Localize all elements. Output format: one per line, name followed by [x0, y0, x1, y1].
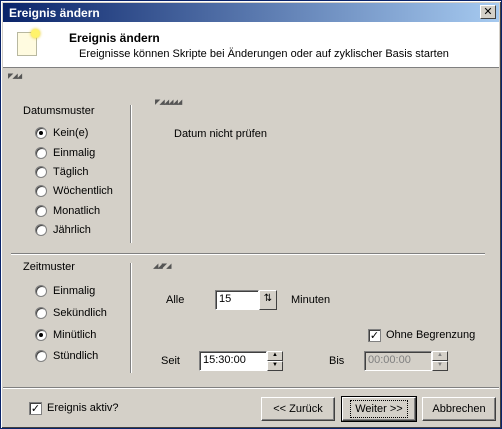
- spin-down-icon[interactable]: ▼: [432, 361, 448, 371]
- back-button[interactable]: << Zurück: [261, 397, 335, 421]
- radio-icon: [35, 147, 47, 159]
- interval-input[interactable]: 15: [215, 290, 259, 310]
- until-time-input[interactable]: 00:00:00: [364, 351, 432, 371]
- event-document-icon: [17, 29, 40, 56]
- radio-icon: [35, 166, 47, 178]
- date-pattern-arrows-icon[interactable]: ◤◢◢◢◢◢: [155, 98, 182, 106]
- interval-stepper[interactable]: ⇅: [259, 290, 277, 310]
- checkmark-icon: ✓: [368, 328, 381, 342]
- radio-icon: [35, 285, 47, 297]
- date-pattern-label: Datumsmuster: [23, 105, 95, 117]
- date-radio-yearly[interactable]: Jährlich: [35, 222, 91, 238]
- title-bar[interactable]: Ereignis ändern ✕: [3, 3, 499, 22]
- time-radio-minutely[interactable]: Minütlich: [35, 327, 96, 343]
- event-active-checkbox[interactable]: ✓ Ereignis aktiv?: [29, 400, 119, 416]
- next-button[interactable]: Weiter >>: [341, 396, 417, 422]
- unit-label: Minuten: [291, 294, 331, 306]
- checkmark-icon: ✓: [29, 401, 42, 415]
- header-subtitle: Ereignisse können Skripte bei Änderungen…: [79, 48, 449, 60]
- dialog-header: Ereignis ändern Ereignisse können Skript…: [3, 22, 499, 68]
- window-title: Ereignis ändern: [9, 6, 100, 20]
- unlimited-checkbox[interactable]: ✓ Ohne Begrenzung: [368, 327, 475, 343]
- since-time-stepper[interactable]: ▲ ▼: [267, 351, 283, 371]
- spin-up-icon[interactable]: ▲: [432, 351, 448, 361]
- radio-icon: [35, 185, 47, 197]
- radio-icon: [35, 350, 47, 362]
- time-radio-hourly[interactable]: Stündlich: [35, 348, 98, 364]
- until-label: Bis: [329, 355, 345, 367]
- time-radio-once[interactable]: Einmalig: [35, 283, 95, 299]
- dialog-window: Ereignis ändern ✕ Ereignis ändern Ereign…: [0, 0, 502, 429]
- radio-selected-icon: [35, 329, 47, 341]
- every-label: Alle: [166, 294, 185, 306]
- spin-up-icon[interactable]: ▲: [267, 351, 283, 361]
- radio-icon: [35, 224, 47, 236]
- since-label: Seit: [161, 355, 180, 367]
- section-separator: [11, 253, 485, 255]
- since-time-input[interactable]: 15:30:00: [199, 351, 267, 371]
- time-pattern-label: Zeitmuster: [23, 261, 75, 273]
- close-button[interactable]: ✕: [480, 5, 496, 19]
- date-radio-none[interactable]: Kein(e): [35, 125, 88, 141]
- time-pattern-arrows-icon[interactable]: ◢◢◤◢: [153, 262, 172, 270]
- until-time-stepper[interactable]: ▲ ▼: [432, 351, 448, 371]
- footer-separator: [3, 387, 499, 389]
- collapse-arrows-icon[interactable]: ◤◢◢: [8, 72, 22, 80]
- time-radio-secondly[interactable]: Sekündlich: [35, 305, 107, 321]
- date-radio-once[interactable]: Einmalig: [35, 145, 95, 161]
- date-radio-weekly[interactable]: Wöchentlich: [35, 183, 113, 199]
- cancel-button[interactable]: Abbrechen: [422, 397, 496, 421]
- close-icon: ✕: [483, 5, 493, 18]
- header-title: Ereignis ändern: [69, 31, 160, 45]
- spin-updown-icon: ⇅: [259, 290, 277, 310]
- spin-down-icon[interactable]: ▼: [267, 361, 283, 371]
- radio-selected-icon: [35, 127, 47, 139]
- radio-icon: [35, 307, 47, 319]
- date-pattern-divider: [130, 105, 132, 243]
- date-detail-text: Datum nicht prüfen: [174, 128, 267, 140]
- time-pattern-divider: [130, 263, 132, 373]
- date-radio-monthly[interactable]: Monatlich: [35, 203, 100, 219]
- date-radio-daily[interactable]: Täglich: [35, 164, 88, 180]
- radio-icon: [35, 205, 47, 217]
